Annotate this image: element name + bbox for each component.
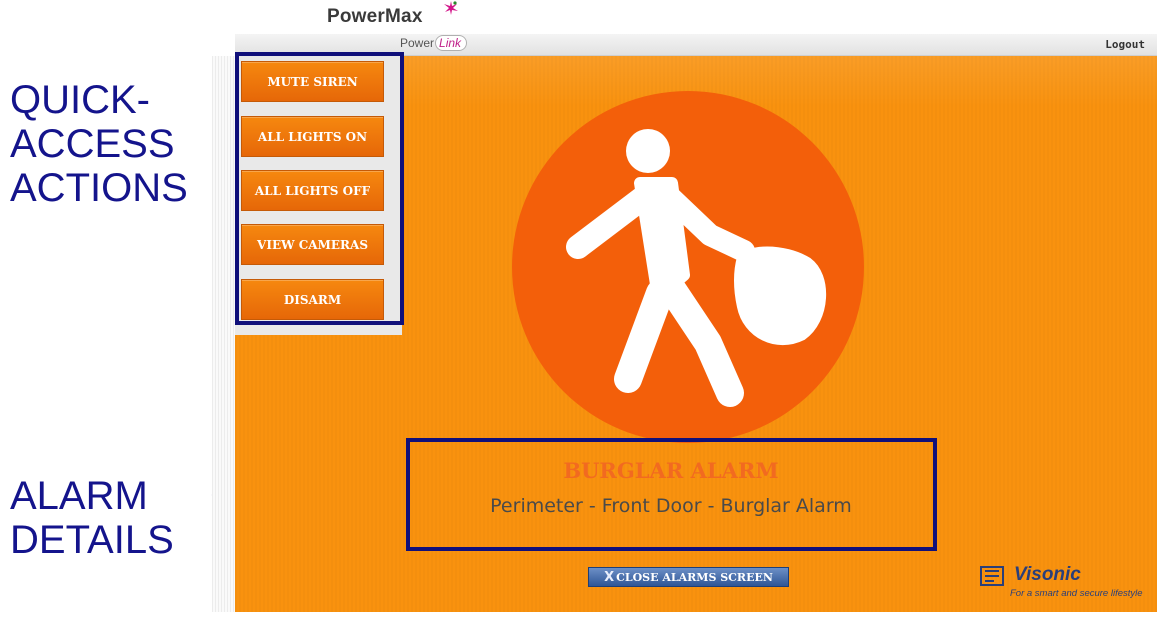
burglar-icon (566, 129, 827, 407)
logout-link[interactable]: Logout (1105, 38, 1145, 51)
close-alarms-screen-label: CLOSE ALARMS SCREEN (616, 570, 773, 584)
visonic-tagline: For a smart and secure lifestyle (1010, 588, 1143, 599)
visonic-emblem-icon (980, 566, 1004, 586)
left-page-strip (212, 56, 235, 612)
quick-actions-highlight-box (235, 52, 404, 325)
close-alarms-screen-button[interactable]: X CLOSE ALARMS SCREEN (588, 567, 789, 587)
powerlink-logo: Power Link (400, 35, 468, 51)
alarm-details-annotation: ALARM DETAILS (10, 474, 174, 562)
powermax-logo: PowerMax (327, 1, 458, 28)
powerlink-prefix: Power (400, 36, 435, 50)
powerlink-suffix: Link (435, 35, 468, 51)
alarm-details-highlight-box (406, 438, 937, 551)
spark-icon (444, 1, 458, 15)
visonic-name: Visonic (1014, 564, 1081, 585)
quick-access-actions-annotation: QUICK- ACCESS ACTIONS (10, 78, 188, 210)
powermax-brand-text: PowerMax (327, 6, 423, 27)
close-icon: X (604, 569, 615, 585)
